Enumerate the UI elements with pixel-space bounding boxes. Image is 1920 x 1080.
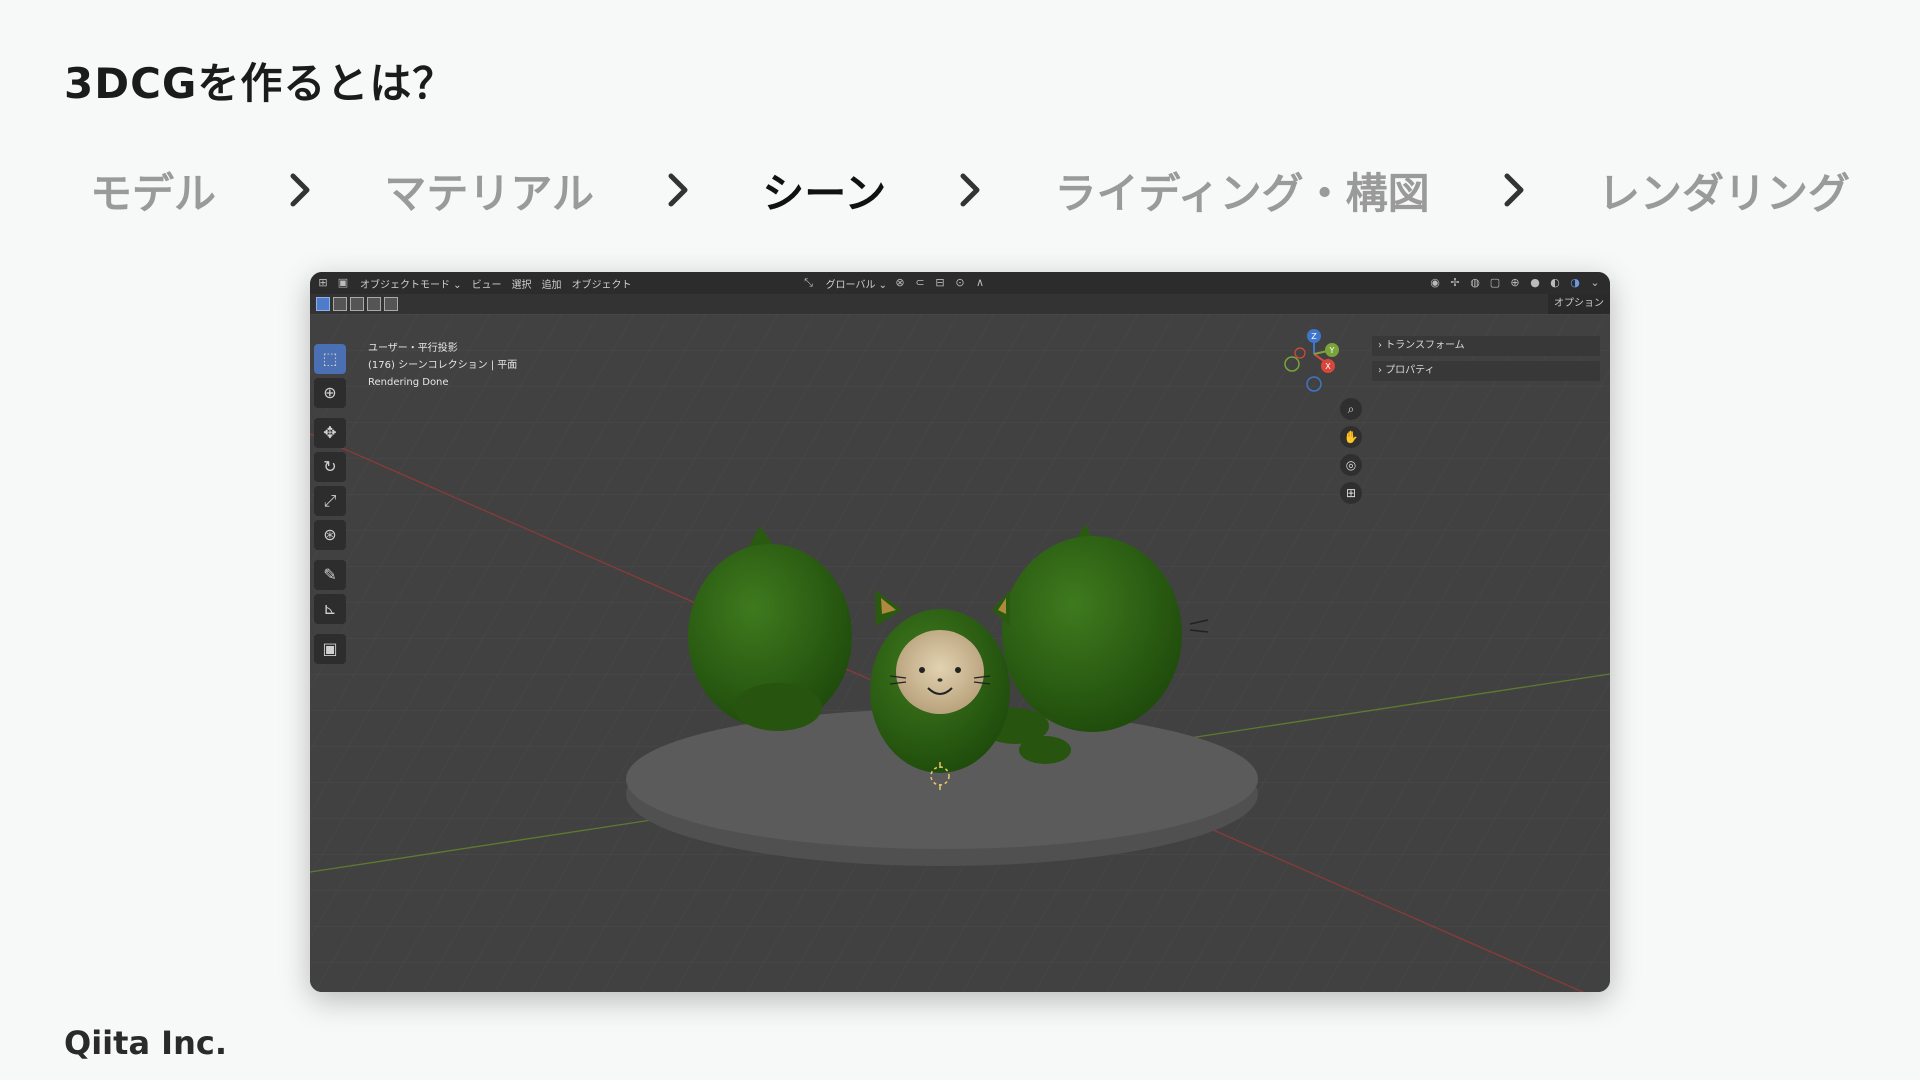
menu-object[interactable]: オブジェクト <box>572 276 632 291</box>
step-material: マテリアル <box>384 168 594 218</box>
view-label: ユーザー・平行投影 <box>368 343 458 354</box>
object-mode-icon: ▣ <box>337 276 349 289</box>
shading-rendered-icon[interactable]: ◑ <box>1568 276 1582 290</box>
tool-settings-bar: オプション <box>310 294 1610 314</box>
zoom-icon[interactable]: ⌕ <box>1340 398 1362 420</box>
panel-transform[interactable]: › トランスフォーム <box>1372 336 1600 356</box>
annotate-icon[interactable]: ✎ <box>314 560 346 590</box>
snap-target-icon[interactable]: ⊟ <box>933 276 947 290</box>
viewport-info: ユーザー・平行投影 (176) シーンコレクション | 平面 Rendering… <box>368 340 517 391</box>
chevron-right-icon <box>1504 173 1524 207</box>
chevron-right-icon <box>960 173 980 207</box>
add-cube-icon[interactable]: ▣ <box>314 634 346 664</box>
select-extend-icon[interactable] <box>333 297 347 311</box>
shading-options-icon[interactable]: ⌄ <box>1588 276 1602 290</box>
measure-icon[interactable]: ⊾ <box>314 594 346 624</box>
gizmo-toggle-icon[interactable]: ✢ <box>1448 276 1462 290</box>
snap-icon[interactable]: ⊂ <box>913 276 927 290</box>
chevron-right-icon <box>290 173 310 207</box>
xray-icon[interactable]: ▢ <box>1488 276 1502 290</box>
shading-material-icon[interactable]: ◐ <box>1548 276 1562 290</box>
mode-select[interactable]: オブジェクトモード ⌄ <box>360 276 462 291</box>
transform-icon[interactable]: ⊛ <box>314 520 346 550</box>
camera-view-icon[interactable]: ◎ <box>1340 454 1362 476</box>
rotate-icon[interactable]: ↻ <box>314 452 346 482</box>
sidebar-panel: › トランスフォーム › プロパティ <box>1372 336 1600 386</box>
select-intersect-icon[interactable] <box>384 297 398 311</box>
select-invert-icon[interactable] <box>367 297 381 311</box>
gizmo-y-label: Y <box>1329 346 1335 355</box>
proportional-edit-icon[interactable]: ⊙ <box>953 276 967 290</box>
step-scene: シーン <box>762 168 887 218</box>
slide-title: 3DCGを作るとは？ <box>64 59 456 108</box>
orientation-select[interactable]: グローバル ⌄ <box>826 276 887 291</box>
shading-wireframe-icon[interactable]: ⊕ <box>1508 276 1522 290</box>
viewport-scene: Z Y X <box>310 314 1610 992</box>
blender-header: ⊞ ▣ オブジェクトモード ⌄ ビュー 選択 追加 オブジェクト ⤡ グローバル… <box>310 272 1610 294</box>
step-rendering: レンダリング <box>1597 168 1850 218</box>
falloff-icon[interactable]: ∧ <box>973 276 987 290</box>
menu-view[interactable]: ビュー <box>472 276 502 291</box>
step-model: モデル <box>90 168 217 218</box>
select-new-icon[interactable] <box>316 297 330 311</box>
pan-hand-icon[interactable]: ✋ <box>1340 426 1362 448</box>
process-steps: モデル マテリアル シーン ライディング・構図 レンダリング <box>90 160 1850 220</box>
menu-add[interactable]: 追加 <box>542 276 562 291</box>
render-status: Rendering Done <box>368 377 449 388</box>
select-subtract-icon[interactable] <box>350 297 364 311</box>
editor-type-icon[interactable]: ⊞ <box>316 276 330 290</box>
transform-orientation-icon: ⤡ <box>804 276 813 289</box>
menu-select[interactable]: 選択 <box>512 276 532 291</box>
overlay-icon[interactable]: ◍ <box>1468 276 1482 290</box>
panel-properties[interactable]: › プロパティ <box>1372 361 1600 381</box>
move-icon[interactable]: ✥ <box>314 418 346 448</box>
gizmo-z-label: Z <box>1311 332 1317 341</box>
pivot-icon[interactable]: ⊗ <box>893 276 907 290</box>
scale-icon[interactable]: ⤢ <box>314 486 346 516</box>
select-box-icon[interactable]: ⬚ <box>314 344 346 374</box>
collection-label: (176) シーンコレクション | 平面 <box>368 360 518 371</box>
visibility-icon[interactable]: ◉ <box>1428 276 1442 290</box>
cursor-icon[interactable]: ⊕ <box>314 378 346 408</box>
blender-window: ⊞ ▣ オブジェクトモード ⌄ ビュー 選択 追加 オブジェクト ⤡ グローバル… <box>310 272 1610 992</box>
selection-mode-icons[interactable] <box>316 297 398 311</box>
footer-company: Qiita Inc. <box>64 1024 227 1062</box>
gizmo-x-label: X <box>1325 362 1331 371</box>
chevron-right-icon <box>668 173 688 207</box>
step-lighting: ライディング・構図 <box>1054 168 1430 218</box>
3d-viewport[interactable]: Z Y X ⬚ ⊕ ✥ ↻ ⤢ ⊛ ✎ ⊾ ▣ ユーザー・平行投影 (176) … <box>310 314 1610 992</box>
options-button[interactable]: オプション <box>1548 294 1610 314</box>
tool-shelf: ⬚ ⊕ ✥ ↻ ⤢ ⊛ ✎ ⊾ ▣ <box>314 344 350 664</box>
shading-solid-icon[interactable]: ● <box>1528 276 1542 290</box>
ortho-grid-icon[interactable]: ⊞ <box>1340 482 1362 504</box>
